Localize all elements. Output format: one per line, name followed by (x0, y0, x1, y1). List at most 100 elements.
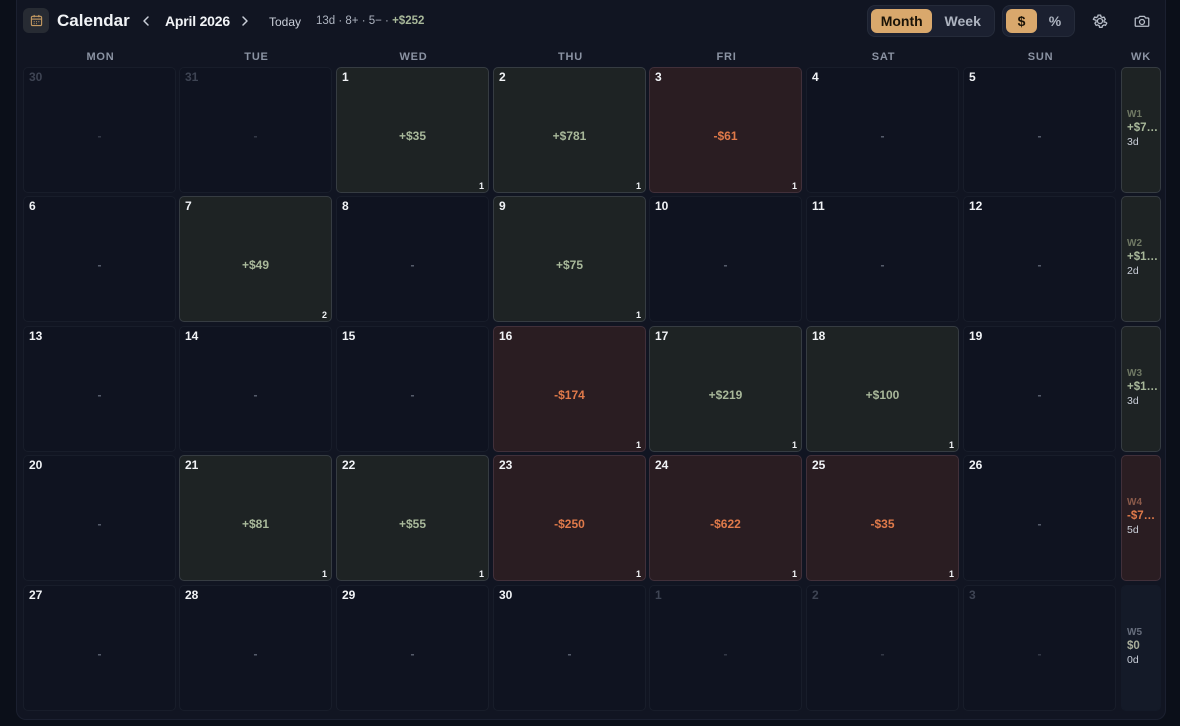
day-cell[interactable]: 21 +$81 1 (179, 455, 332, 581)
day-cell[interactable]: 19 - (963, 326, 1116, 452)
day-number: 8 (342, 199, 349, 213)
day-cell[interactable]: 6- (23, 196, 176, 322)
day-number: 4 (812, 70, 819, 84)
week-days: 3d (1127, 395, 1139, 407)
day-cell[interactable]: 2- (806, 585, 959, 711)
day-number: 30 (29, 70, 43, 84)
trade-count: 1 (635, 310, 641, 320)
week-summary[interactable]: W3 +$1… 3d (1121, 326, 1161, 452)
chevron-left-icon (143, 16, 149, 26)
day-cell[interactable]: 17 +$219 1 (649, 326, 802, 452)
unit-toggle: $ % (1002, 5, 1075, 37)
day-pnl: - (1037, 388, 1042, 402)
day-cell[interactable]: 20 - (23, 455, 176, 581)
day-number: 13 (29, 329, 43, 343)
percent-unit-button[interactable]: % (1039, 9, 1071, 33)
day-number: 25 (812, 458, 826, 472)
day-number: 6 (29, 199, 36, 213)
day-cell[interactable]: 28 - (179, 585, 332, 711)
day-cell[interactable]: 16 -$174 1 (493, 326, 646, 452)
day-number: 3 (655, 70, 662, 84)
day-cell[interactable]: 26 - (963, 455, 1116, 581)
day-pnl: - (410, 647, 415, 661)
dollar-unit-button[interactable]: $ (1006, 9, 1037, 33)
day-number: 12 (969, 199, 983, 213)
month-view-button[interactable]: Month (871, 9, 933, 33)
day-cell[interactable]: 9 +$75 1 (493, 196, 646, 322)
day-pnl: - (1037, 129, 1042, 143)
day-cell[interactable]: 7 +$49 2 (179, 196, 332, 322)
day-cell[interactable]: 10 - (649, 196, 802, 322)
trade-count: 1 (478, 181, 484, 191)
day-cell[interactable]: 31 - (179, 67, 332, 193)
day-cell[interactable]: 2 +$781 1 (493, 67, 646, 193)
day-cell[interactable]: 11 - (806, 196, 959, 322)
week-label: W5 (1127, 627, 1142, 638)
day-number: 19 (969, 329, 983, 343)
prev-month-button[interactable] (138, 11, 154, 31)
day-pnl: -$35 (870, 517, 895, 531)
week-view-button[interactable]: Week (934, 9, 991, 33)
week-summary[interactable]: W2 +$1… 2d (1121, 196, 1161, 322)
next-month-button[interactable] (237, 11, 253, 31)
day-cell[interactable]: 8- (336, 196, 489, 322)
day-pnl: -$174 (554, 388, 585, 402)
day-cell[interactable]: 30 - (493, 585, 646, 711)
day-cell[interactable]: 27 - (23, 585, 176, 711)
current-month-label: April 2026 (165, 13, 230, 29)
day-cell[interactable]: 12 - (963, 196, 1116, 322)
week-summary[interactable]: W4 -$7… 5d (1121, 455, 1161, 581)
day-number: 15 (342, 329, 356, 343)
day-number: 16 (499, 329, 513, 343)
day-pnl: - (410, 388, 415, 402)
day-pnl: -$250 (554, 517, 585, 531)
day-cell[interactable]: 23 -$250 1 (493, 455, 646, 581)
week-label: W1 (1127, 109, 1142, 120)
trade-count: 1 (321, 569, 327, 579)
day-cell[interactable]: 3- (963, 585, 1116, 711)
day-number: 14 (185, 329, 199, 343)
day-cell[interactable]: 24 -$622 1 (649, 455, 802, 581)
screenshot-button[interactable] (1132, 11, 1152, 31)
week-summary[interactable]: W5 $0 0d (1121, 585, 1161, 711)
day-cell[interactable]: 1 +$35 1 (336, 67, 489, 193)
day-number: 21 (185, 458, 199, 472)
day-cell[interactable]: 13 - (23, 326, 176, 452)
day-number: 24 (655, 458, 669, 472)
week-pnl: $0 (1127, 640, 1140, 652)
day-pnl: +$219 (708, 388, 743, 402)
day-pnl: +$81 (241, 517, 270, 531)
gear-icon (1092, 14, 1108, 28)
day-number: 1 (655, 588, 662, 602)
day-cell[interactable]: 1- (649, 585, 802, 711)
trade-count: 1 (635, 569, 641, 579)
day-pnl: +$35 (398, 129, 427, 143)
day-number: 18 (812, 329, 826, 343)
day-number: 2 (499, 70, 506, 84)
today-button[interactable]: Today (269, 15, 301, 29)
day-cell[interactable]: 18 +$100 1 (806, 326, 959, 452)
day-pnl: - (1037, 258, 1042, 272)
day-pnl: - (253, 388, 258, 402)
calendar-panel: Calendar April 2026 Today 13d · 8+ · 5− … (16, 0, 1166, 720)
day-cell[interactable]: 5- (963, 67, 1116, 193)
week-summary[interactable]: W1 +$7… 3d (1121, 67, 1161, 193)
day-cell[interactable]: 4- (806, 67, 959, 193)
day-cell[interactable]: 25 -$35 1 (806, 455, 959, 581)
camera-icon (1134, 15, 1150, 27)
day-number: 20 (29, 458, 43, 472)
day-pnl: - (1037, 647, 1042, 661)
day-cell[interactable]: 22 +$55 1 (336, 455, 489, 581)
day-cell[interactable]: 14 - (179, 326, 332, 452)
month-stats: 13d · 8+ · 5− · +$252 (316, 15, 424, 27)
day-cell[interactable]: 30 - (23, 67, 176, 193)
settings-button[interactable] (1090, 11, 1110, 31)
day-number: 27 (29, 588, 43, 602)
day-pnl: - (880, 129, 885, 143)
week-days: 0d (1127, 654, 1139, 666)
day-pnl: - (253, 647, 258, 661)
trade-count: 2 (321, 310, 327, 320)
day-cell[interactable]: 29 - (336, 585, 489, 711)
day-cell[interactable]: 15 - (336, 326, 489, 452)
day-cell[interactable]: 3 -$61 1 (649, 67, 802, 193)
